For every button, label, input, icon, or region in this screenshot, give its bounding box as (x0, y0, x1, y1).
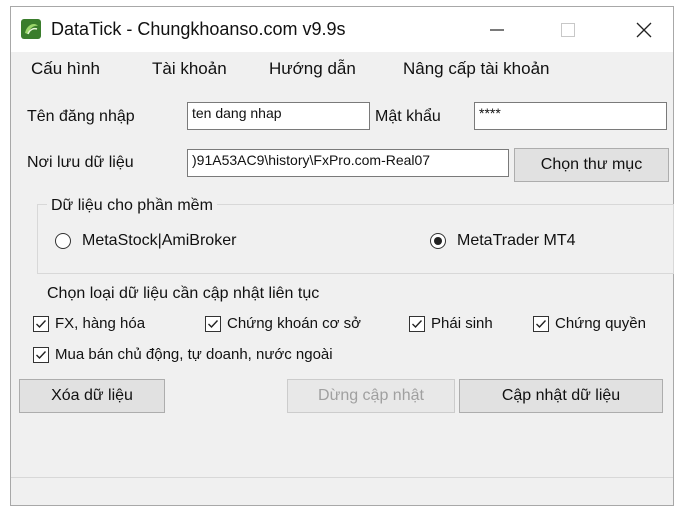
software-group-title: Dữ liệu cho phần mềm (47, 197, 217, 215)
menu-item-account[interactable]: Tài khoản (152, 59, 227, 79)
delete-data-button[interactable]: Xóa dữ liệu (19, 379, 165, 413)
minimize-icon (490, 28, 504, 31)
radio-metastock[interactable] (55, 233, 71, 249)
password-input[interactable]: **** (474, 102, 667, 130)
checkmark-icon (412, 320, 423, 329)
radio-metatrader-label[interactable]: MetaTrader MT4 (457, 232, 576, 250)
checkbox-derivatives-label[interactable]: Phái sinh (431, 315, 493, 332)
checkmark-icon (36, 320, 47, 329)
minimize-button[interactable] (468, 7, 526, 52)
radio-metatrader[interactable] (430, 233, 446, 249)
maximize-button[interactable] (539, 7, 597, 52)
menu-bar: Cấu hình Tài khoản Hướng dẫn Nâng cấp tà… (11, 53, 673, 87)
checkbox-warrants-label[interactable]: Chứng quyền (555, 315, 646, 332)
menu-item-upgrade[interactable]: Nâng cấp tài khoản (403, 59, 550, 79)
radio-metastock-label[interactable]: MetaStock|AmiBroker (82, 232, 236, 250)
maximize-icon (561, 22, 575, 37)
close-button[interactable] (615, 7, 673, 52)
checkmark-icon (536, 320, 547, 329)
menu-item-config[interactable]: Cấu hình (31, 59, 100, 79)
title-bar: DataTick - Chungkhoanso.com v9.9s (11, 7, 673, 52)
checkbox-stocks[interactable] (205, 316, 221, 332)
username-input[interactable]: ten dang nhap (187, 102, 370, 130)
status-divider (11, 477, 673, 478)
checkbox-derivatives[interactable] (409, 316, 425, 332)
close-icon (636, 22, 652, 37)
choose-folder-button[interactable]: Chọn thư mục (514, 148, 669, 182)
storage-path-input[interactable]: )91A53AC9\history\FxPro.com-Real07 (187, 149, 509, 177)
checkbox-fx-label[interactable]: FX, hàng hóa (55, 315, 145, 332)
checkmark-icon (36, 351, 47, 360)
checkbox-fx[interactable] (33, 316, 49, 332)
checkbox-active-trading-label[interactable]: Mua bán chủ động, tự doanh, nước ngoài (55, 346, 333, 363)
data-types-title: Chọn loại dữ liệu cần cập nhật liên tục (47, 285, 320, 302)
checkbox-warrants[interactable] (533, 316, 549, 332)
password-label: Mật khẩu (375, 108, 441, 125)
checkbox-active-trading[interactable] (33, 347, 49, 363)
app-window: DataTick - Chungkhoanso.com v9.9s Cấu hì… (10, 6, 674, 506)
username-label: Tên đăng nhập (27, 108, 135, 125)
storage-path-label: Nơi lưu dữ liệu (27, 154, 134, 171)
stop-update-button[interactable]: Dừng cập nhật (287, 379, 455, 413)
update-data-button[interactable]: Cập nhật dữ liệu (459, 379, 663, 413)
datatick-app-icon (20, 18, 42, 40)
window-title: DataTick - Chungkhoanso.com v9.9s (51, 19, 346, 39)
checkbox-stocks-label[interactable]: Chứng khoán cơ sở (227, 315, 361, 332)
checkmark-icon (208, 320, 219, 329)
menu-item-help[interactable]: Hướng dẫn (269, 59, 356, 79)
